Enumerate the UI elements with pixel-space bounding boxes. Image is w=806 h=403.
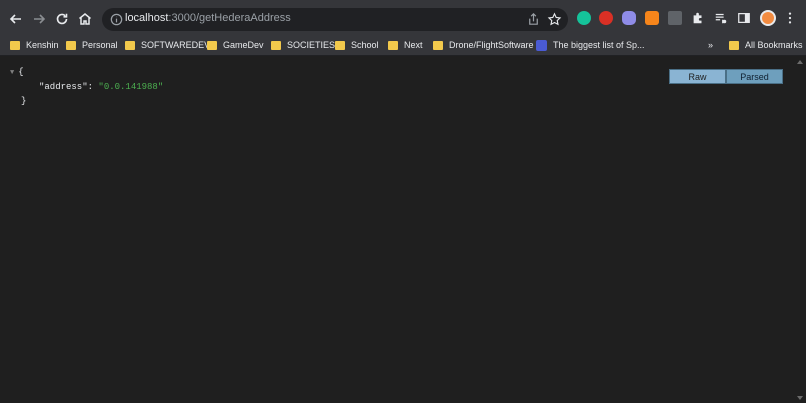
red-extension-icon[interactable] [599,11,613,25]
bookmark-link-biggest-list[interactable]: The biggest list of Sp... [536,38,645,52]
folder-icon [66,40,76,50]
reload-button[interactable] [51,8,73,30]
bookmark-folder-societies[interactable]: SOCIETIES [271,38,335,52]
json-close-brace: } [21,96,27,106]
vertical-scrollbar[interactable] [794,57,806,403]
bookmark-folder-school[interactable]: School [335,38,379,52]
bookmark-label: Next [404,40,423,50]
url-path: :3000/getHederaAddress [168,12,291,24]
folder-icon [271,40,281,50]
back-button[interactable] [5,8,27,30]
json-colon: : [87,82,99,92]
chevron-double-right-icon: » [708,40,714,50]
grid-extension-icon[interactable] [668,11,682,25]
folder-icon [729,40,739,50]
folder-icon [125,40,135,50]
folder-icon [207,40,217,50]
back-arrow-icon [9,14,21,24]
bookmark-label: GameDev [223,40,264,50]
bookmark-label: The biggest list of Sp... [553,40,645,50]
bookmark-label: Personal [82,40,118,50]
json-open-line: ▼{ [10,65,163,80]
home-button[interactable] [74,8,96,30]
bookmark-folder-softwaredev[interactable]: SOFTWAREDEV [125,38,210,52]
json-property-row: "address": "0.0.141988" [10,80,163,94]
bookmark-label: SOFTWAREDEV [141,40,211,50]
forward-arrow-icon [34,14,46,24]
bookmark-label: Drone/FlightSoftware [449,40,534,50]
forward-button[interactable] [28,8,50,30]
json-close-line: } [10,94,163,108]
bookmark-label: SOCIETIES [287,40,336,50]
bookmarks-overflow-button[interactable]: » [708,38,713,52]
raw-button[interactable]: Raw [669,69,726,84]
bookmarks-bar: Kenshin Personal SOFTWAREDEV GameDev SOC… [0,34,806,56]
bookmark-label: Kenshin [26,40,59,50]
json-string-value: "0.0.141988" [98,82,164,92]
site-info-icon[interactable] [109,12,124,27]
bookmark-folder-kenshin[interactable]: Kenshin [10,38,59,52]
metamask-fox-icon[interactable] [645,11,659,25]
profile-avatar-icon[interactable] [760,10,776,26]
all-bookmarks-button[interactable]: All Bookmarks [729,38,803,52]
bookmark-folder-next[interactable]: Next [388,38,423,52]
share-icon[interactable] [526,12,541,27]
bookmark-folder-personal[interactable]: Personal [66,38,118,52]
bookmark-folder-drone[interactable]: Drone/FlightSoftware [433,38,534,52]
folder-icon [433,40,443,50]
address-bar[interactable]: localhost:3000/getHederaAddress [102,8,568,31]
bookmark-star-icon[interactable] [547,12,562,27]
json-key: "address" [39,82,88,92]
grammarly-extension-icon[interactable] [577,11,591,25]
reload-icon [56,13,68,25]
folder-icon [335,40,345,50]
url-text[interactable]: localhost:3000/getHederaAddress [125,12,291,24]
media-queue-icon[interactable] [714,11,728,25]
extensions-puzzle-icon[interactable] [691,11,705,25]
json-viewer: ▼{ "address": "0.0.141988" } Raw Parsed [0,57,806,403]
folder-icon [388,40,398,50]
side-panel-icon[interactable] [737,11,751,25]
scroll-up-icon[interactable] [797,60,803,64]
purple-extension-icon[interactable] [622,11,636,25]
parsed-button[interactable]: Parsed [726,69,783,84]
json-open-brace: { [18,67,24,77]
bookmark-label: School [351,40,379,50]
url-host: localhost [125,12,169,24]
site-favicon-icon [536,39,547,51]
more-menu-icon[interactable] [784,11,796,25]
browser-toolbar: localhost:3000/getHederaAddress [0,0,806,34]
json-content: ▼{ "address": "0.0.141988" } [10,65,163,108]
bookmark-folder-gamedev[interactable]: GameDev [207,38,264,52]
folder-icon [10,40,20,50]
scroll-down-icon[interactable] [797,396,803,400]
collapse-arrow-icon[interactable]: ▼ [10,69,14,77]
view-mode-toggle: Raw Parsed [669,69,783,84]
all-bookmarks-label: All Bookmarks [745,40,803,50]
home-icon [79,13,91,25]
